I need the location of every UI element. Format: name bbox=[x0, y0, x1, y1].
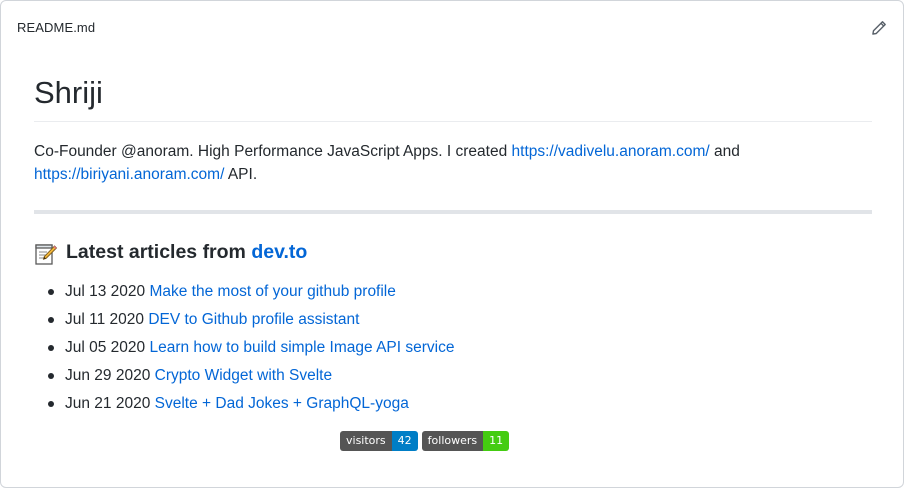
articles-heading: Latest articles from dev.to bbox=[34, 239, 307, 265]
list-item: Jul 05 2020 Learn how to build simple Im… bbox=[34, 336, 454, 364]
article-link[interactable]: Make the most of your github profile bbox=[149, 283, 395, 300]
badge-label: followers bbox=[421, 431, 484, 451]
horizontal-rule bbox=[34, 210, 872, 214]
badge-value: 11 bbox=[483, 431, 510, 451]
bullet bbox=[48, 317, 54, 323]
article-link[interactable]: Svelte + Dad Jokes + GraphQL-yoga bbox=[155, 395, 409, 412]
biriyani-link[interactable]: https://biriyani.anoram.com/ bbox=[34, 166, 224, 183]
badge-label: visitors bbox=[340, 431, 392, 451]
pencil-icon[interactable] bbox=[871, 20, 889, 38]
list-item: Jul 13 2020 Make the most of your github… bbox=[34, 280, 454, 308]
article-date: Jul 11 2020 bbox=[65, 311, 144, 328]
bullet bbox=[48, 373, 54, 379]
bullet bbox=[48, 401, 54, 407]
bio-suffix-text: API. bbox=[224, 166, 258, 183]
title-divider bbox=[34, 121, 872, 122]
article-date: Jul 13 2020 bbox=[65, 283, 146, 300]
articles-heading-text: Latest articles from bbox=[66, 241, 246, 263]
page-title: Shriji bbox=[34, 75, 103, 110]
article-link[interactable]: Learn how to build simple Image API serv… bbox=[149, 339, 454, 356]
bio-and-text: and bbox=[709, 143, 740, 160]
badge-value: 42 bbox=[391, 431, 418, 451]
vadivelu-link[interactable]: https://vadivelu.anoram.com/ bbox=[512, 143, 710, 160]
memo-icon bbox=[34, 242, 58, 266]
article-link[interactable]: Crypto Widget with Svelte bbox=[155, 367, 332, 384]
devto-link[interactable]: dev.to bbox=[251, 239, 307, 265]
article-date: Jun 21 2020 bbox=[65, 395, 151, 412]
article-link[interactable]: DEV to Github profile assistant bbox=[148, 311, 359, 328]
article-date: Jun 29 2020 bbox=[65, 367, 151, 384]
readme-filename: README.md bbox=[17, 20, 96, 35]
bio-paragraph: Co-Founder @anoram. High Performance Jav… bbox=[34, 140, 872, 186]
bullet bbox=[48, 289, 54, 295]
bio-text: Co-Founder @anoram. High Performance Jav… bbox=[34, 143, 512, 160]
followers-badge[interactable]: followers 11 bbox=[421, 431, 510, 451]
bullet bbox=[48, 345, 54, 351]
article-list: Jul 13 2020 Make the most of your github… bbox=[34, 280, 454, 420]
list-item: Jun 29 2020 Crypto Widget with Svelte bbox=[34, 364, 454, 392]
readme-box: README.md Shriji Co-Founder @anoram. Hig… bbox=[0, 0, 904, 488]
article-date: Jul 05 2020 bbox=[65, 339, 146, 356]
list-item: Jun 21 2020 Svelte + Dad Jokes + GraphQL… bbox=[34, 392, 454, 420]
list-item: Jul 11 2020 DEV to Github profile assist… bbox=[34, 308, 454, 336]
badges: visitors 42 followers 11 bbox=[340, 431, 510, 451]
visitors-badge[interactable]: visitors 42 bbox=[340, 431, 418, 451]
